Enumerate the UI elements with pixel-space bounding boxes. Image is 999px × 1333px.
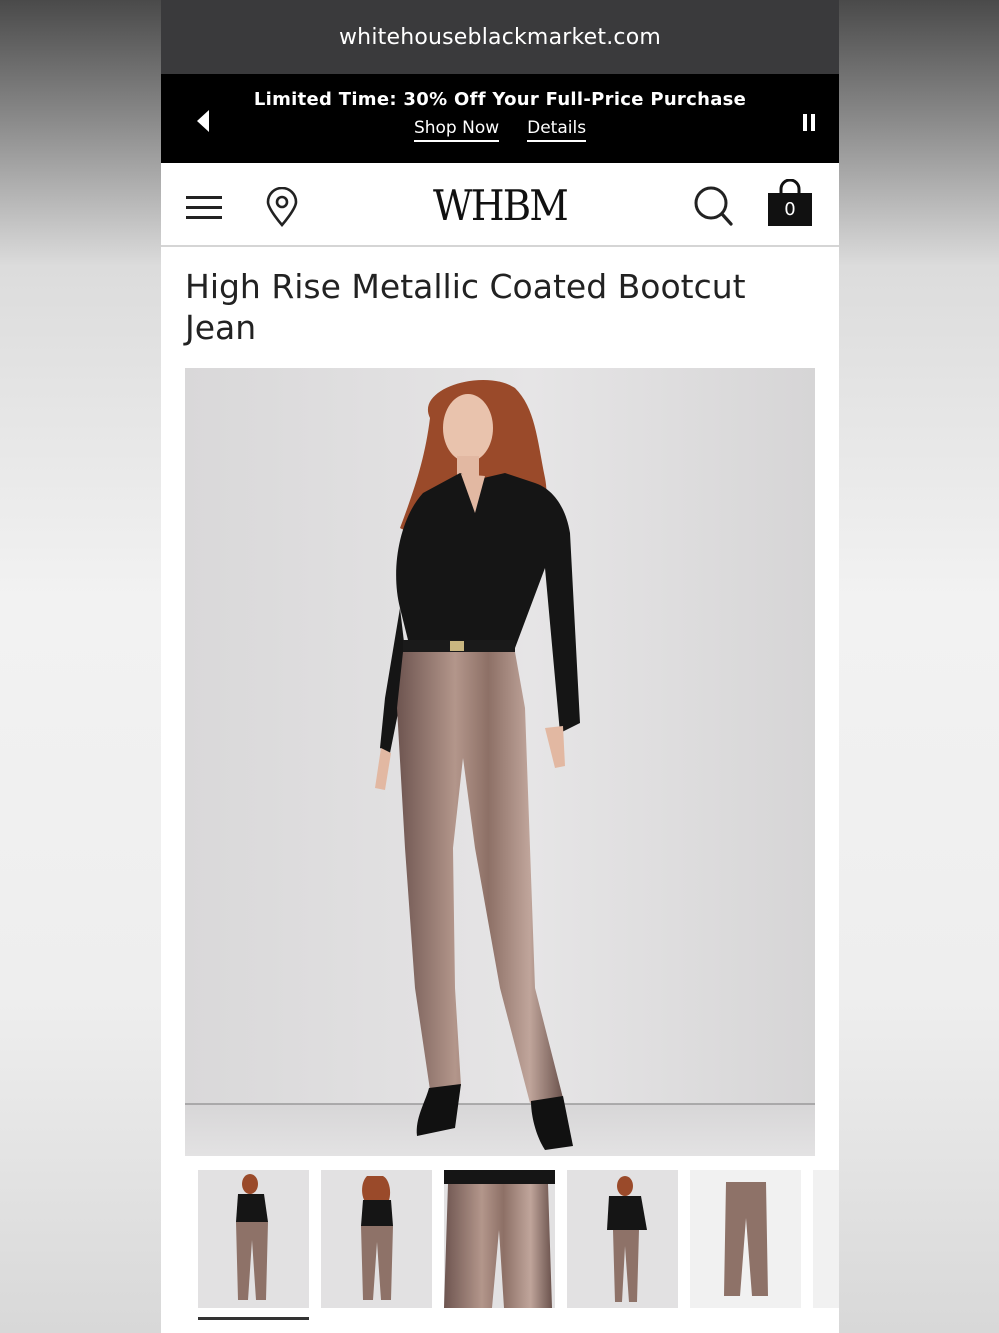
model-illustration <box>185 379 815 1156</box>
thumbnail-2[interactable] <box>321 1170 432 1308</box>
thumbnail-3[interactable] <box>444 1170 555 1308</box>
details-link[interactable]: Details <box>527 118 587 142</box>
bag-count: 0 <box>784 199 796 220</box>
promo-headline: Limited Time: 30% Off Your Full-Price Pu… <box>253 89 747 110</box>
promo-banner: Limited Time: 30% Off Your Full-Price Pu… <box>161 74 839 163</box>
site-header: WHBM 0 <box>161 163 839 247</box>
thumbnail-1[interactable] <box>198 1170 309 1308</box>
url-text: whitehouseblackmarket.com <box>338 24 661 50</box>
search-icon[interactable] <box>693 185 733 231</box>
shopping-bag-icon[interactable]: 0 <box>767 178 813 231</box>
thumbnail-strip <box>198 1170 839 1320</box>
shop-now-link[interactable]: Shop Now <box>413 118 500 142</box>
browser-url-bar[interactable]: whitehouseblackmarket.com <box>161 0 839 74</box>
promo-links: Shop Now Details <box>161 118 839 142</box>
product-main-image[interactable] <box>185 368 815 1156</box>
pause-icon[interactable] <box>797 110 821 134</box>
phone-viewport: whitehouseblackmarket.com Limited Time: … <box>161 0 839 1333</box>
thumbnail-6-partial[interactable] <box>813 1170 839 1308</box>
thumbnail-4[interactable] <box>567 1170 678 1308</box>
thumbnail-5[interactable] <box>690 1170 801 1308</box>
product-title: High Rise Metallic Coated Bootcut Jean <box>185 267 746 347</box>
selected-thumbnail-indicator <box>198 1317 309 1320</box>
